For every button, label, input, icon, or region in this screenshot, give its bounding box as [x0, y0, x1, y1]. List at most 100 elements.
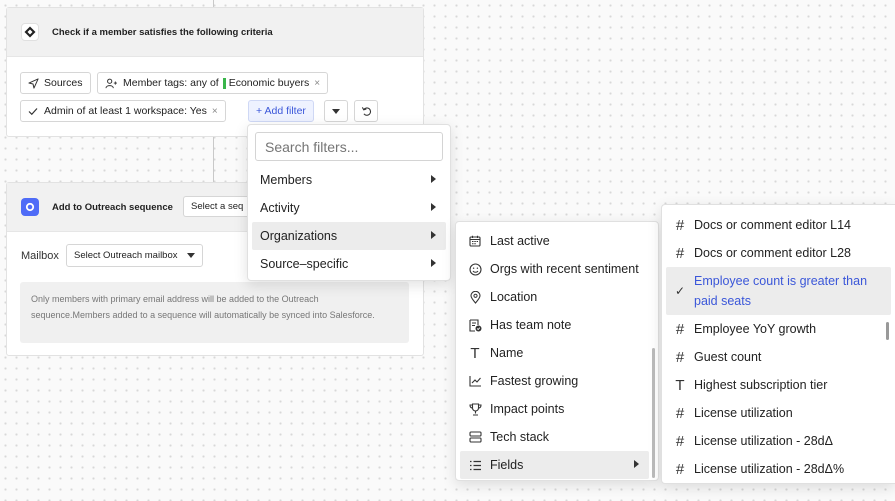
org-item-fields[interactable]: Fields: [460, 451, 649, 479]
org-item-label: Impact points: [490, 402, 565, 416]
outreach-info-text: Only members with primary email address …: [31, 294, 375, 320]
field-item-docs-editor-l28[interactable]: # Docs or comment editor L28: [666, 239, 891, 267]
note-icon: [468, 318, 482, 332]
field-item-docs-editor-l14[interactable]: # Docs or comment editor L14: [666, 211, 891, 239]
reset-filters-button[interactable]: [354, 100, 378, 122]
member-tags-value: Economic buyers: [228, 77, 310, 89]
hash-icon: #: [675, 244, 685, 262]
admin-workspace-label: Admin of at least 1 workspace: Yes: [44, 105, 207, 117]
org-item-has-team-note[interactable]: Has team note: [460, 311, 654, 339]
field-item-label: Docs or comment editor L14: [694, 218, 852, 232]
smiley-icon: [468, 262, 482, 276]
org-item-label: Has team note: [490, 318, 572, 332]
field-item-guest-count[interactable]: # Guest count: [666, 343, 891, 371]
criteria-card-title: Check if a member satisfies the followin…: [52, 26, 273, 38]
org-item-location[interactable]: Location: [460, 283, 654, 311]
diamond-icon: [21, 23, 39, 41]
chevron-right-icon: [431, 203, 436, 211]
stack-icon: [468, 431, 482, 443]
mailbox-select-label: Select Outreach mailbox: [74, 250, 178, 261]
fields-submenu: # Docs or comment editor L14 # Docs or c…: [661, 204, 895, 484]
search-filters-input[interactable]: [255, 132, 443, 161]
org-item-label: Orgs with recent sentiment: [490, 262, 639, 276]
outreach-card-title: Add to Outreach sequence: [52, 201, 173, 213]
add-filter-dropdown-button[interactable]: [324, 100, 348, 122]
filter-menu-item-members[interactable]: Members: [252, 166, 446, 194]
field-item-label: License utilization: [694, 406, 793, 420]
hash-icon: #: [675, 320, 685, 338]
chevron-right-icon: [634, 460, 639, 468]
admin-workspace-chip[interactable]: Admin of at least 1 workspace: Yes ×: [20, 100, 226, 122]
field-item-label: Employee count is greater than paid seat…: [694, 274, 868, 308]
filter-menu-item-label: Members: [260, 173, 313, 187]
chevron-right-icon: [431, 231, 436, 239]
field-item-license-utilization-28d-delta-pct[interactable]: # License utilization - 28dΔ%: [666, 455, 891, 483]
mailbox-select[interactable]: Select Outreach mailbox: [66, 244, 203, 267]
caret-down-icon: [332, 108, 340, 114]
field-item-highest-subscription-tier[interactable]: T Highest subscription tier: [666, 371, 891, 399]
filter-menu-item-label: Activity: [260, 201, 300, 215]
org-item-label: Location: [490, 290, 538, 304]
users-icon: [105, 78, 118, 89]
criteria-card-header: Check if a member satisfies the followin…: [7, 8, 423, 57]
trophy-icon: [468, 402, 482, 416]
field-item-employee-yoy-growth[interactable]: # Employee YoY growth: [666, 315, 891, 343]
hash-icon: #: [675, 348, 685, 366]
org-item-label: Fields: [490, 458, 524, 472]
field-item-label: Employee YoY growth: [694, 322, 817, 336]
org-item-impact-points[interactable]: Impact points: [460, 395, 654, 423]
sources-chip-label: Sources: [44, 77, 83, 89]
org-item-recent-sentiment[interactable]: Orgs with recent sentiment: [460, 255, 654, 283]
caret-down-icon: [186, 253, 195, 258]
field-item-label: License utilization - 28dΔ%: [694, 462, 845, 476]
filter-menu-item-label: Organizations: [260, 229, 338, 243]
org-item-fastest-growing[interactable]: Fastest growing: [460, 367, 654, 395]
text-type-icon: T: [470, 344, 480, 362]
sequence-select[interactable]: Select a seq: [183, 196, 251, 217]
org-item-label: Fastest growing: [490, 374, 579, 388]
field-item-license-utilization-28d-delta[interactable]: # License utilization - 28dΔ: [666, 427, 891, 455]
mailbox-label: Mailbox: [21, 250, 59, 262]
chevron-right-icon: [431, 259, 436, 267]
org-item-label: Tech stack: [490, 430, 550, 444]
filter-menu-item-source-specific[interactable]: Source–specific: [252, 250, 446, 278]
filter-menu: Members Activity Organizations Source–sp…: [247, 124, 451, 281]
criteria-card: Check if a member satisfies the followin…: [6, 7, 424, 137]
remove-member-tags-icon[interactable]: ×: [314, 78, 320, 89]
field-item-label: Highest subscription tier: [694, 378, 828, 392]
sequence-select-label: Select a seq: [191, 201, 244, 212]
check-icon: ✓: [674, 284, 686, 298]
organizations-submenu: Last active Orgs with recent sentiment L…: [455, 221, 659, 481]
outreach-info-box: Only members with primary email address …: [20, 282, 409, 343]
org-item-last-active[interactable]: Last active: [460, 227, 654, 255]
add-filter-button[interactable]: + Add filter: [248, 100, 314, 122]
fields-submenu-scrollbar[interactable]: [886, 322, 889, 340]
chart-line-icon: [468, 375, 482, 387]
undo-icon: [361, 106, 372, 117]
chevron-right-icon: [431, 175, 436, 183]
org-item-name[interactable]: T Name: [460, 339, 654, 367]
field-item-label: License utilization - 28dΔ: [694, 434, 833, 448]
filter-menu-item-label: Source–specific: [260, 257, 349, 271]
sources-chip[interactable]: Sources: [20, 72, 91, 94]
check-icon: [28, 107, 38, 116]
hash-icon: #: [675, 216, 685, 234]
member-tags-prefix: Member tags: any of: [123, 77, 219, 89]
field-item-label: Guest count: [694, 350, 762, 364]
field-item-label: Docs or comment editor L28: [694, 246, 852, 260]
filter-menu-item-organizations[interactable]: Organizations: [252, 222, 446, 250]
list-icon: [468, 460, 482, 471]
hash-icon: #: [675, 460, 685, 478]
filter-menu-item-activity[interactable]: Activity: [252, 194, 446, 222]
org-item-label: Name: [490, 346, 524, 360]
org-item-tech-stack[interactable]: Tech stack: [460, 423, 654, 451]
location-pin-icon: [468, 290, 482, 304]
field-item-employee-count-gt-paid-seats[interactable]: ✓ Employee count is greater than paid se…: [666, 267, 891, 315]
remove-admin-filter-icon[interactable]: ×: [212, 106, 218, 117]
flow-connector-top: [213, 0, 214, 7]
organizations-submenu-scrollbar[interactable]: [652, 348, 655, 478]
member-tags-chip[interactable]: Member tags: any of Economic buyers ×: [97, 72, 329, 94]
calendar-icon: [468, 235, 482, 247]
hash-icon: #: [675, 432, 685, 450]
field-item-license-utilization[interactable]: # License utilization: [666, 399, 891, 427]
